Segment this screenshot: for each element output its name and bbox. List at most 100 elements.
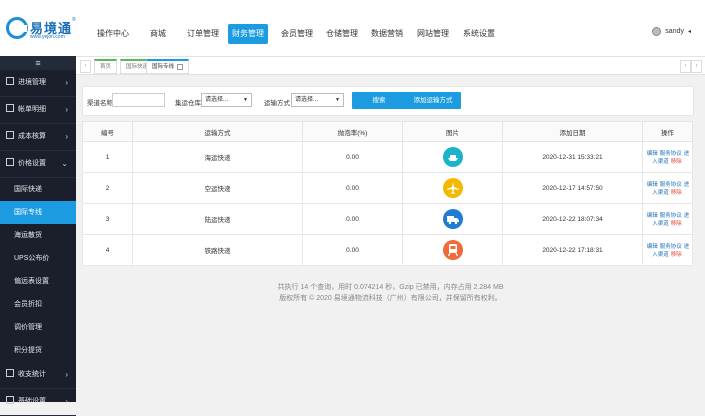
- nav-item-finance[interactable]: 财务管理: [228, 24, 268, 44]
- transport-mode-select-value: 请选择...: [295, 97, 319, 103]
- col-header-actions: 操作: [642, 121, 693, 142]
- logo-registered-mark: ®: [72, 17, 76, 23]
- service-agreement-link[interactable]: 服务协议: [660, 182, 682, 188]
- chevron-right-icon: ›: [65, 105, 68, 114]
- chevron-down-icon: ⌄: [61, 159, 68, 168]
- col-header-date: 添加日期: [502, 121, 643, 142]
- nav-item-members[interactable]: 会员管理: [277, 24, 317, 44]
- caret-left-icon: ◂: [687, 29, 691, 35]
- sidebar-item-cost-accounting[interactable]: 成本核算 ›: [0, 124, 76, 151]
- nav-item-system-settings[interactable]: 系统设置: [459, 24, 499, 44]
- cell-date: 2020-12-17 14:57:50: [502, 172, 643, 204]
- menu-toggle-icon[interactable]: ≡: [0, 56, 76, 70]
- nav-item-marketing[interactable]: 数据营销: [367, 24, 407, 44]
- transport-mode-label: 运输方式: [264, 100, 290, 107]
- tab-label: 首页: [100, 64, 112, 70]
- search-button[interactable]: 搜索: [352, 92, 406, 109]
- sidebar-item-label: 价格设置: [18, 160, 46, 167]
- cell-rate: 0.00: [302, 203, 403, 235]
- page-tabs: ‹ 首页 国际快递 国际专线 ‹ ›: [76, 57, 705, 75]
- sidebar-item-income-stats[interactable]: 收支统计 ›: [0, 362, 76, 389]
- cell-id: 2: [82, 172, 133, 204]
- menu-square-icon: [6, 131, 14, 140]
- service-agreement-link[interactable]: 服务协议: [660, 244, 682, 250]
- logo-mark-icon: [6, 17, 28, 39]
- cell-actions: 编辑 服务协议 进入渠道 移除: [642, 141, 693, 173]
- airplane-icon: [442, 178, 463, 198]
- sidebar-sub-member-discount[interactable]: 会员折扣: [0, 293, 76, 316]
- warehouse-select[interactable]: 请选择... ▼: [201, 93, 252, 107]
- footer-copyright: 版权所有 © 2020 易境通物流科技（广州）有限公司，并保留所有权利。: [279, 295, 502, 302]
- sidebar-sub-ups-price[interactable]: UPS公布价: [0, 247, 76, 270]
- sidebar-item-label: 进境管理: [18, 79, 46, 86]
- tab-international-line[interactable]: 国际专线: [146, 59, 190, 74]
- cell-date: 2020-12-22 17:18:31: [502, 234, 643, 266]
- tab-home[interactable]: 首页: [94, 59, 118, 74]
- cell-rate: 0.00: [302, 141, 403, 173]
- remove-link[interactable]: 移除: [671, 252, 682, 258]
- menu-square-icon: [6, 104, 14, 113]
- sidebar-item-import-management[interactable]: 进境管理 ›: [0, 70, 76, 97]
- sidebar-sub-international-line[interactable]: 国际专线: [0, 201, 76, 224]
- add-transport-button[interactable]: 添加运输方式: [405, 92, 461, 109]
- top-header: 易境通 ® www.yejon.com 操作中心 商城 订单管理 财务管理 会员…: [0, 0, 705, 57]
- col-header-id: 编号: [82, 121, 133, 142]
- cell-id: 4: [82, 234, 133, 266]
- transport-mode-select[interactable]: 请选择... ▼: [291, 93, 344, 107]
- cell-id: 3: [82, 203, 133, 235]
- menu-square-icon: [6, 158, 14, 167]
- sidebar-sub-price-adjust[interactable]: 调价管理: [0, 316, 76, 339]
- logo[interactable]: 易境通 ® www.yejon.com: [6, 17, 76, 45]
- edit-link[interactable]: 编辑: [647, 151, 658, 157]
- remove-link[interactable]: 移除: [671, 190, 682, 196]
- edit-link[interactable]: 编辑: [647, 213, 658, 219]
- menu-square-icon: [6, 77, 14, 86]
- warehouse-label: 集运仓库: [175, 100, 201, 107]
- nav-item-warehouse[interactable]: 仓储管理: [322, 24, 362, 44]
- cell-image: [402, 203, 503, 235]
- tab-scroll-left-icon[interactable]: ‹: [80, 60, 91, 73]
- close-icon[interactable]: [177, 63, 184, 70]
- nav-item-orders[interactable]: 订单管理: [183, 24, 223, 44]
- user-menu[interactable]: sandy ◂: [652, 27, 691, 36]
- sidebar-item-label: 成本核算: [18, 133, 46, 140]
- tab-scroll-right-icon[interactable]: ›: [691, 60, 702, 73]
- sidebar-item-basic-settings[interactable]: 基础设置 ›: [0, 389, 76, 416]
- cell-mode: 陆运快递: [132, 203, 303, 235]
- sidebar-item-price-settings[interactable]: 价格设置 ⌄: [0, 151, 76, 178]
- cell-mode: 铁路快递: [132, 234, 303, 266]
- cell-date: 2020-12-22 18:07:34: [502, 203, 643, 235]
- nav-item-website[interactable]: 网站管理: [413, 24, 453, 44]
- channel-name-input[interactable]: [112, 93, 165, 107]
- avatar-icon: [652, 27, 662, 36]
- remove-link[interactable]: 移除: [671, 221, 682, 227]
- edit-link[interactable]: 编辑: [647, 182, 658, 188]
- col-header-mode: 运输方式: [132, 121, 303, 142]
- cell-image: [402, 141, 503, 173]
- nav-item-mall[interactable]: 商城: [146, 24, 170, 44]
- sidebar-sub-remote-settings[interactable]: 偏远表设置: [0, 270, 76, 293]
- chevron-right-icon: ›: [65, 132, 68, 141]
- ship-icon: [442, 147, 463, 167]
- edit-link[interactable]: 编辑: [647, 244, 658, 250]
- page-footer: 共执行 14 个查询，用时 0.074214 秒，Gzip 已禁用，内存占用 2…: [76, 282, 705, 304]
- service-agreement-link[interactable]: 服务协议: [660, 151, 682, 157]
- service-agreement-link[interactable]: 服务协议: [660, 213, 682, 219]
- cell-mode: 海运快递: [132, 141, 303, 173]
- table-header-row: 编号 运输方式 抛泡率(%) 图片 添加日期 操作: [82, 121, 693, 142]
- cell-actions: 编辑 服务协议 进入渠道 移除: [642, 234, 693, 266]
- tab-dropdown-icon[interactable]: ‹: [680, 60, 691, 73]
- remove-link[interactable]: 移除: [671, 159, 682, 165]
- sidebar-sub-international-express[interactable]: 国际快递: [0, 178, 76, 201]
- channel-name-label: 渠道名称: [87, 100, 113, 107]
- table-row: 3 陆运快递 0.00 2020-12-22 18:07:34 编辑 服务协议 进入…: [82, 203, 693, 235]
- sidebar-sub-sea-bulk[interactable]: 海运散货: [0, 224, 76, 247]
- cell-image: [402, 234, 503, 266]
- search-panel: 渠道名称 集运仓库 请选择... ▼ 运输方式 请选择... ▼ 搜索 添加运输方式: [82, 86, 694, 116]
- sidebar-sub-points-pickup[interactable]: 积分提货: [0, 339, 76, 362]
- chevron-right-icon: ›: [65, 397, 68, 406]
- logo-url: www.yejon.com: [30, 34, 65, 40]
- table-row: 2 空运快递 0.00 2020-12-17 14:57:50 编辑 服务协议 进入…: [82, 172, 693, 204]
- nav-item-operation-center[interactable]: 操作中心: [93, 24, 133, 44]
- sidebar-item-bill-details[interactable]: 帐单明细 ›: [0, 97, 76, 124]
